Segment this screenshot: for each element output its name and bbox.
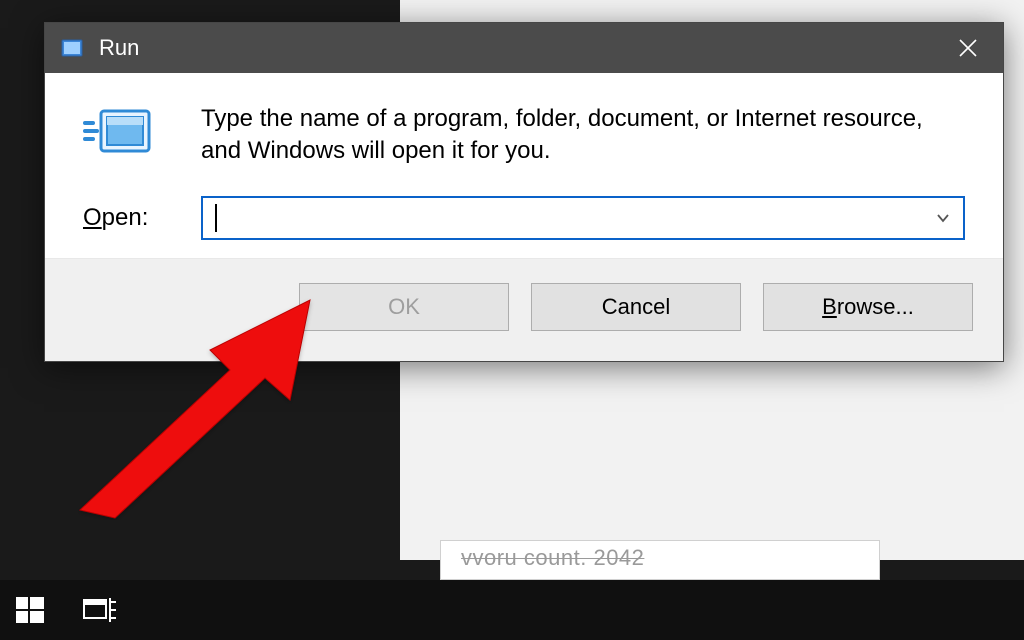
browse-button[interactable]: Browse... — [763, 283, 973, 331]
task-view-icon — [80, 594, 118, 626]
taskbar[interactable] — [0, 580, 1024, 640]
button-row: OK Cancel Browse... — [45, 258, 1003, 361]
ok-button[interactable]: OK — [299, 283, 509, 331]
titlebar[interactable]: Run — [45, 23, 1003, 73]
text-cursor — [215, 204, 217, 232]
dialog-title: Run — [99, 35, 139, 61]
close-icon — [958, 38, 978, 58]
background-partial-text: vvoru count. 2042 — [461, 545, 644, 570]
open-input[interactable] — [203, 198, 923, 238]
cancel-button[interactable]: Cancel — [531, 283, 741, 331]
open-label: Open: — [83, 204, 193, 232]
open-combobox[interactable] — [201, 196, 965, 240]
background-card: vvoru count. 2042 — [440, 540, 880, 580]
combobox-dropdown-button[interactable] — [923, 198, 963, 238]
run-titlebar-icon — [59, 38, 85, 58]
run-dialog-icon — [83, 103, 155, 161]
dialog-description: Type the name of a program, folder, docu… — [201, 103, 965, 168]
run-dialog: Run Type the name of a program, folder, … — [44, 22, 1004, 362]
start-button[interactable] — [14, 594, 46, 626]
windows-logo-icon — [14, 594, 46, 626]
chevron-down-icon — [935, 210, 951, 226]
close-button[interactable] — [933, 23, 1003, 73]
task-view-button[interactable] — [80, 594, 118, 626]
